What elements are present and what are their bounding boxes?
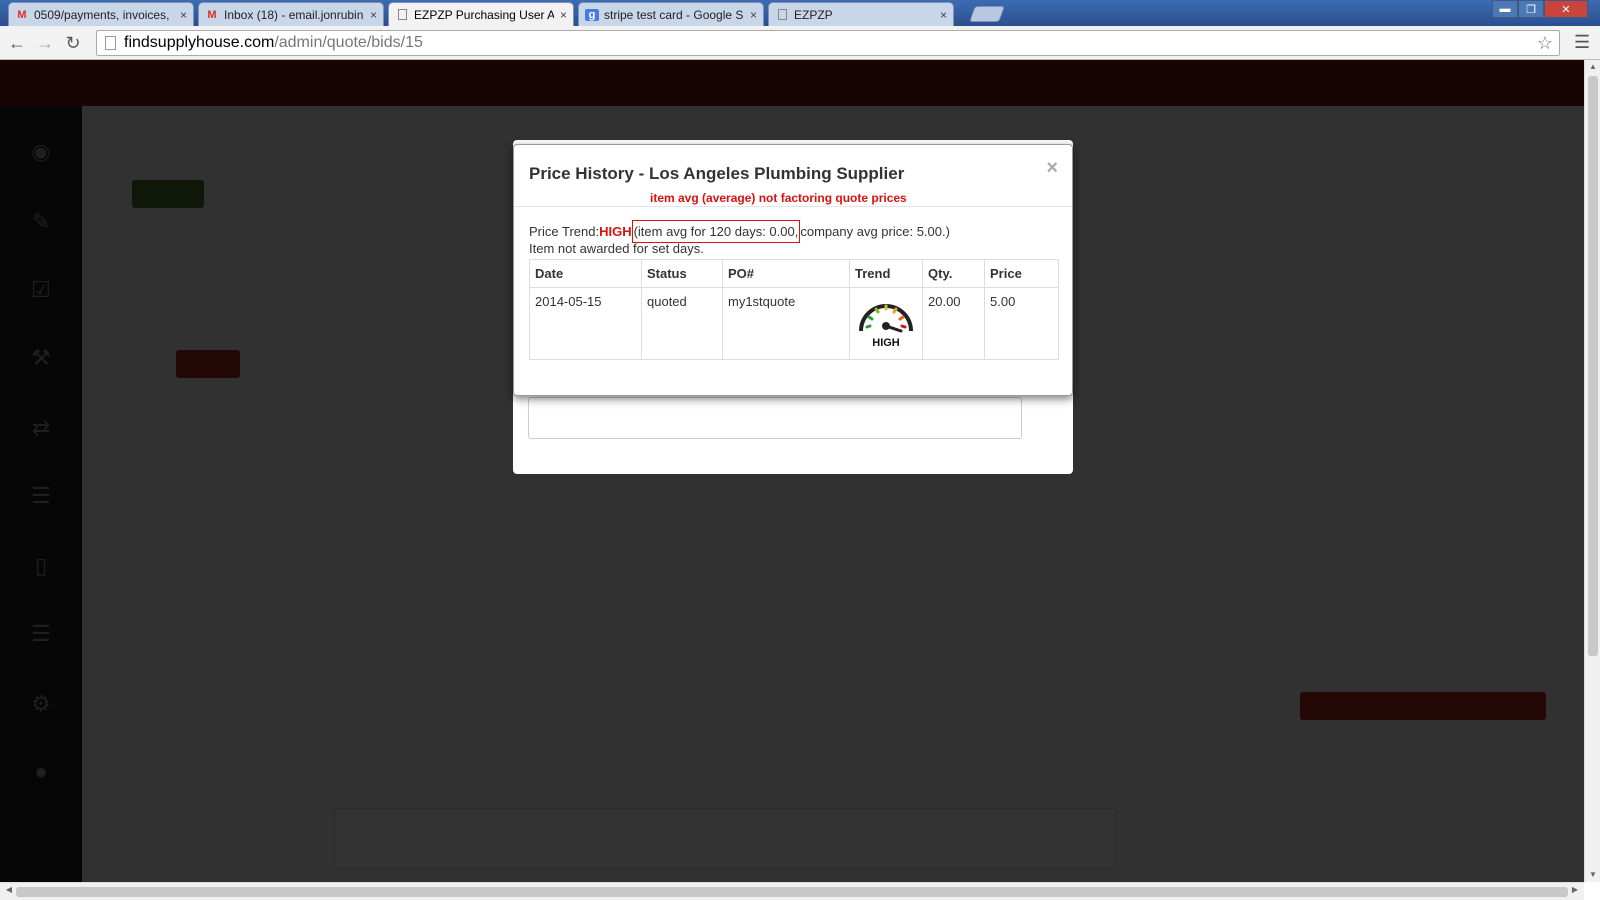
gmail-icon: M: [207, 8, 217, 21]
url-host: findsupplyhouse.com: [124, 34, 275, 51]
speedometer-label: HIGH: [872, 337, 900, 349]
browser-tab-1[interactable]: M 0509/payments, invoices, ×: [8, 2, 194, 26]
modal-divider: [514, 206, 1072, 207]
page-icon: [775, 9, 789, 21]
close-tab-icon[interactable]: ×: [180, 8, 187, 22]
google-icon: g: [585, 8, 599, 21]
col-po-header: PO#: [722, 259, 850, 288]
modal-title: Price History - Los Angeles Plumbing Sup…: [529, 164, 905, 183]
modal-close-icon[interactable]: ×: [1046, 157, 1058, 180]
horizontal-scroll-thumb[interactable]: [16, 887, 1568, 897]
browser-toolbar: ← → ↻ findsupplyhouse.com/admin/quote/bi…: [0, 26, 1600, 60]
price-trend-value: HIGH: [599, 224, 632, 239]
row-status: quoted: [641, 287, 723, 360]
close-tab-icon[interactable]: ×: [370, 8, 377, 22]
back-icon[interactable]: ←: [6, 32, 28, 54]
page-icon: [395, 9, 409, 21]
price-history-modal: Price History - Los Angeles Plumbing Sup…: [513, 144, 1073, 396]
price-history-table: Date Status PO# Trend Qty. Price 2014-05…: [529, 259, 1059, 360]
row-qty: 20.00: [922, 287, 985, 360]
url-path: /admin/quote/bids/15: [274, 34, 423, 51]
col-status-header: Status: [641, 259, 723, 288]
price-trend-line: Price Trend: HIGH (item avg for 120 days…: [529, 220, 950, 243]
average-note: item avg (average) not factoring quote p…: [650, 191, 907, 205]
maximize-icon[interactable]: ❐: [1518, 0, 1544, 18]
close-tab-icon[interactable]: ×: [750, 8, 757, 22]
bookmark-star-icon[interactable]: ☆: [1537, 33, 1553, 54]
row-price: 5.00: [984, 287, 1059, 360]
vertical-scrollbar[interactable]: ▲ ▼: [1584, 60, 1600, 882]
page-info-icon: [105, 36, 116, 50]
scroll-right-icon[interactable]: ▶: [1568, 885, 1582, 894]
row-trend: HIGH: [849, 287, 923, 360]
price-trend-label: Price Trend:: [529, 224, 600, 239]
close-tab-icon[interactable]: ×: [560, 8, 567, 22]
window-close-icon[interactable]: ✕: [1544, 0, 1588, 18]
col-trend-header: Trend: [849, 259, 923, 288]
close-tab-icon[interactable]: ×: [940, 8, 947, 22]
scroll-down-icon[interactable]: ▼: [1585, 868, 1600, 882]
speedometer-icon: HIGH: [859, 304, 913, 349]
company-avg-text: company avg price: 5.00.): [800, 224, 950, 239]
gmail-icon: M: [17, 8, 27, 21]
scroll-left-icon[interactable]: ◀: [2, 885, 16, 894]
reload-icon[interactable]: ↻: [62, 32, 84, 54]
col-date-header: Date: [529, 259, 642, 288]
scroll-up-icon[interactable]: ▲: [1585, 60, 1600, 74]
browser-tab-3[interactable]: EZPZP Purchasing User Ac ×: [388, 2, 574, 26]
row-po: my1stquote: [722, 287, 850, 360]
horizontal-scrollbar[interactable]: ◀ ▶: [0, 882, 1584, 900]
browser-tabstrip: M 0509/payments, invoices, × M Inbox (18…: [0, 0, 1600, 26]
table-header-row: Date Status PO# Trend Qty. Price: [529, 259, 1059, 288]
window-controls: ▬ ❐ ✕: [1492, 0, 1588, 18]
browser-tab-2[interactable]: M Inbox (18) - email.jonrubin ×: [198, 2, 384, 26]
forward-icon[interactable]: →: [34, 32, 56, 54]
underlying-textarea[interactable]: [528, 397, 1022, 439]
item-avg-text: (item avg for 120 days: 0.00,: [631, 220, 801, 243]
new-tab-button[interactable]: [969, 6, 1005, 22]
col-price-header: Price: [984, 259, 1059, 288]
not-awarded-text: Item not awarded for set days.: [529, 241, 704, 256]
row-date: 2014-05-15: [529, 287, 642, 360]
address-bar[interactable]: findsupplyhouse.com/admin/quote/bids/15 …: [96, 30, 1560, 56]
table-row: 2014-05-15 quoted my1stquote HIGH 20.00 …: [529, 287, 1059, 360]
col-qty-header: Qty.: [922, 259, 985, 288]
minimize-icon[interactable]: ▬: [1492, 0, 1518, 18]
browser-menu-icon[interactable]: ☰: [1574, 32, 1590, 53]
browser-tab-4[interactable]: g stripe test card - Google S ×: [578, 2, 764, 26]
browser-tab-5[interactable]: EZPZP ×: [768, 2, 954, 26]
vertical-scroll-thumb[interactable]: [1588, 76, 1598, 656]
